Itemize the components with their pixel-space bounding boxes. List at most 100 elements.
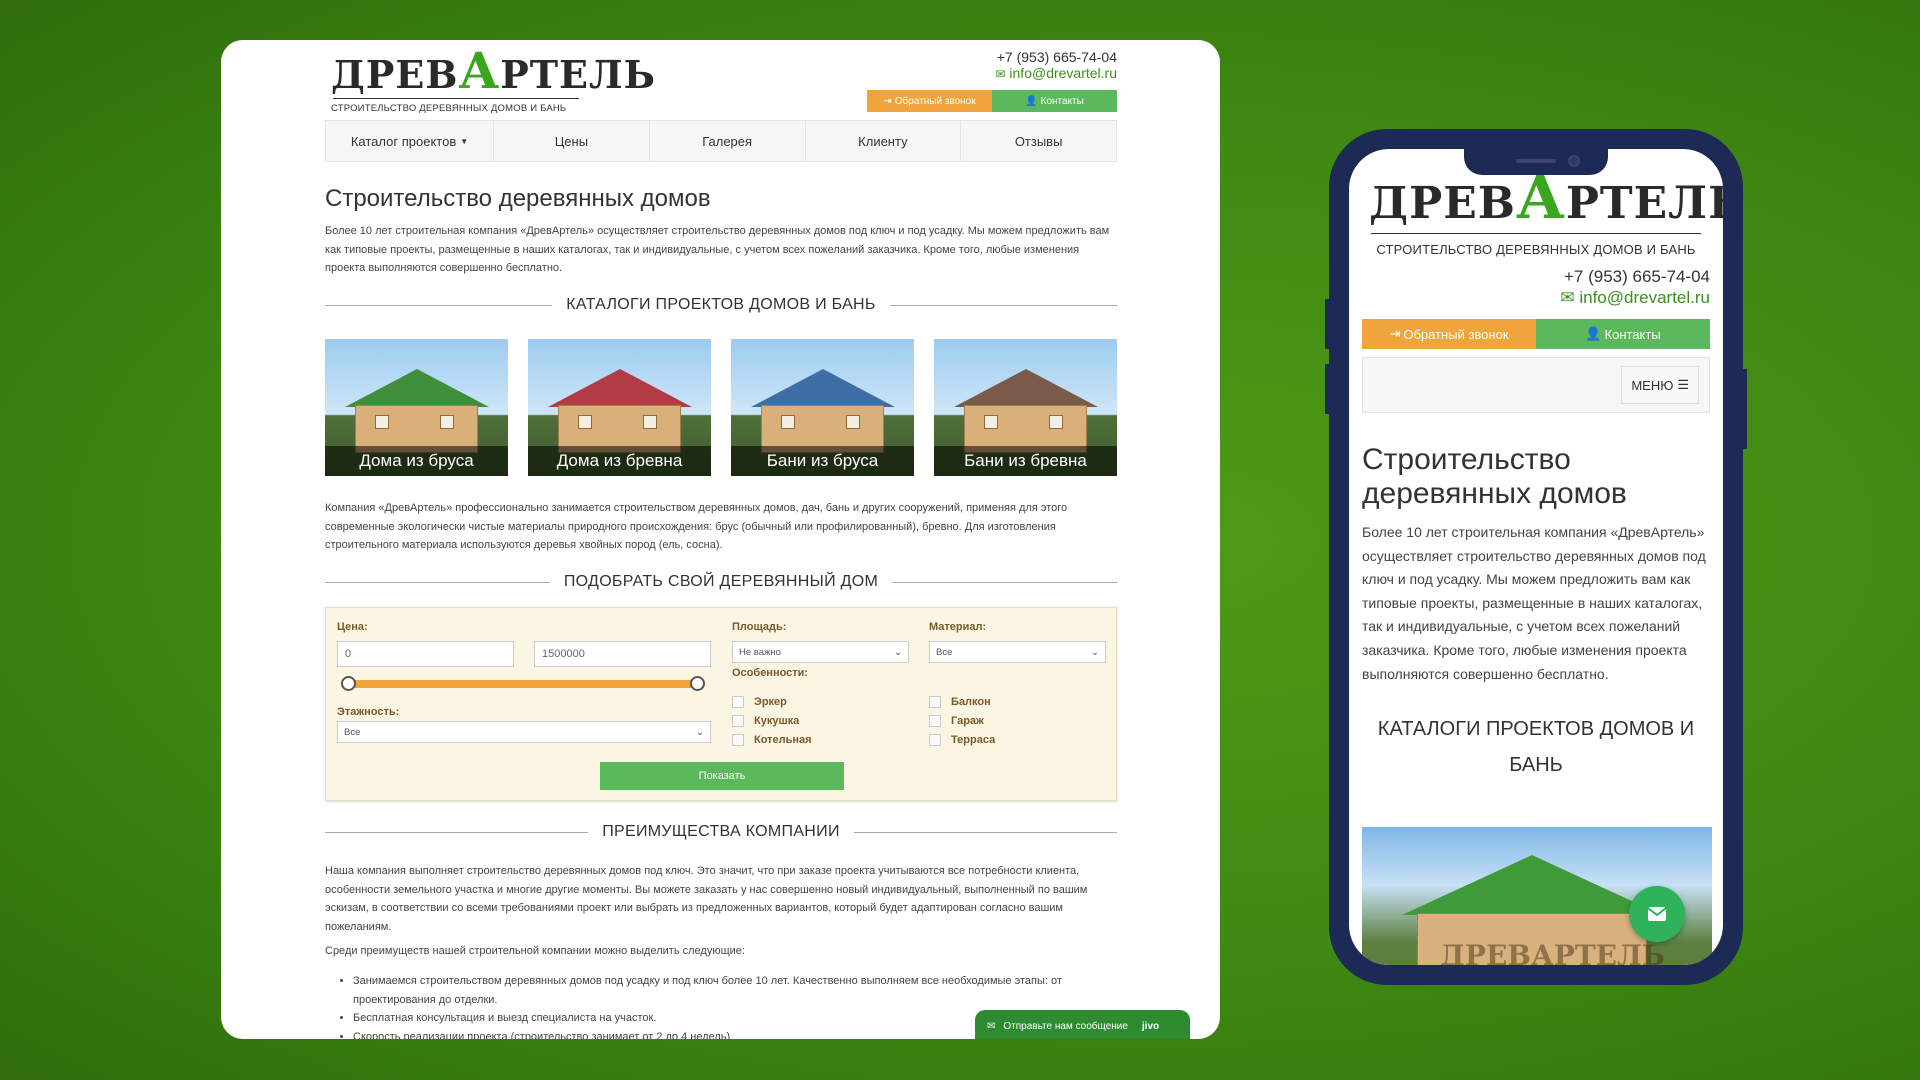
callback-button[interactable]: ⇥ Обратный звонок <box>867 90 992 112</box>
feature-label: Эркер <box>754 696 787 708</box>
price-min-input[interactable]: 0 <box>337 641 514 667</box>
callback-label: Обратный звонок <box>1403 326 1509 342</box>
area-value: Не важно <box>739 646 781 658</box>
catalogs-heading-text: КАТАЛОГИ ПРОЕКТОВ ДОМОВ И БАНЬ <box>566 296 876 313</box>
house-filter: Цена: 0 1500000 Этажность: Все ⌄ Площадь:… <box>325 607 1117 801</box>
window <box>781 415 795 429</box>
house-image <box>751 369 895 453</box>
card-label: Дома из бруса <box>325 446 508 476</box>
logo-watermark: ДРЕВАРТЕЛЬ <box>1440 939 1665 965</box>
area-label: Площадь: <box>732 621 787 633</box>
login-icon: ⇥ <box>883 95 892 107</box>
mobile-header-buttons: ⇥ Обратный звонок 👤 Контакты <box>1362 319 1710 349</box>
chevron-down-icon: ⌄ <box>696 726 704 738</box>
phone-mockup: ДРЕВАРТЕЛЬ СТРОИТЕЛЬСТВО ДЕРЕВЯННЫХ ДОМО… <box>1325 129 1747 985</box>
slider-min-handle[interactable] <box>341 676 356 691</box>
checkbox[interactable] <box>732 734 744 746</box>
login-icon: ⇥ <box>1389 326 1401 341</box>
roof <box>1402 855 1662 915</box>
advantages-heading: ПРЕИМУЩЕСТВА КОМПАНИИ <box>325 820 1118 844</box>
checkbox[interactable] <box>929 696 941 708</box>
slider-max-handle[interactable] <box>690 676 705 691</box>
feature-checkbox[interactable]: Эркер <box>732 696 787 708</box>
mobile-contacts-button[interactable]: 👤 Контакты <box>1536 319 1710 349</box>
window <box>578 415 592 429</box>
nav-catalog-label: Каталог проектов <box>350 133 457 149</box>
mobile-logo[interactable]: ДРЕВАРТЕЛЬ СТРОИТЕЛЬСТВО ДЕРЕВЯННЫХ ДОМО… <box>1369 168 1723 257</box>
advantages-heading-text: ПРЕИМУЩЕСТВА КОМПАНИИ <box>602 823 840 840</box>
show-button[interactable]: Показать <box>600 762 844 790</box>
price-label: Цена: <box>337 621 368 633</box>
header-phone[interactable]: +7 (953) 665-74-04 <box>995 49 1117 65</box>
feature-checkbox[interactable]: Терраса <box>929 734 995 746</box>
material-label: Материал: <box>929 621 987 633</box>
divider <box>889 304 1117 306</box>
material-value: Все <box>936 646 953 658</box>
nav-catalog[interactable]: Каталог проектов ▼ <box>326 121 494 161</box>
nav-reviews[interactable]: Отзывы <box>961 121 1116 161</box>
mobile-email[interactable]: info@drevartel.ru <box>1579 288 1710 307</box>
logo-divider <box>333 98 579 99</box>
intro-text: Более 10 лет строительная компания «Древ… <box>325 225 1110 274</box>
divider <box>325 831 589 833</box>
callback-label: Обратный звонок <box>894 95 976 107</box>
logo[interactable]: ДРЕВАРТЕЛЬ СТРОИТЕЛЬСТВО ДЕРЕВЯННЫХ ДОМО… <box>331 46 655 115</box>
checkbox[interactable] <box>929 734 941 746</box>
checkbox[interactable] <box>732 696 744 708</box>
contacts-label: Контакты <box>1040 95 1084 107</box>
envelope-icon: ✉ <box>995 67 1006 81</box>
logo-part: РТЕЛЬ <box>1565 178 1723 229</box>
price-slider[interactable] <box>341 676 705 691</box>
header-email[interactable]: info@drevartel.ru <box>1009 65 1117 81</box>
feature-checkbox[interactable]: Кукушка <box>732 715 799 727</box>
page-title: Строительство деревянных домов <box>325 185 711 212</box>
material-select[interactable]: Все ⌄ <box>929 641 1106 663</box>
menu-label: МЕНЮ <box>1631 377 1674 393</box>
list-item: Занимаемся строительством деревянных дом… <box>353 972 1113 1009</box>
floors-label: Этажность: <box>337 706 400 718</box>
catalog-cards: Дома из бруса Дома из бревна Бани из бру… <box>325 339 1117 476</box>
menu-button[interactable]: МЕНЮ ☰ <box>1621 366 1699 404</box>
nav-gallery[interactable]: Галерея <box>650 121 806 161</box>
roof <box>345 369 489 407</box>
chevron-down-icon: ⌄ <box>894 646 902 658</box>
contacts-button[interactable]: 👤 Контакты <box>992 90 1117 112</box>
nav-prices[interactable]: Цены <box>494 121 650 161</box>
window <box>375 415 389 429</box>
catalog-card[interactable]: Дома из бревна <box>528 339 711 476</box>
checkbox[interactable] <box>732 715 744 727</box>
filter-heading: ПОДОБРАТЬ СВОЙ ДЕРЕВЯННЫЙ ДОМ <box>325 570 1117 594</box>
catalog-card[interactable]: Дома из бруса <box>325 339 508 476</box>
price-max-input[interactable]: 1500000 <box>534 641 711 667</box>
feature-checkbox[interactable]: Балкон <box>929 696 991 708</box>
mobile-phone-number[interactable]: +7 (953) 665-74-04 <box>1560 266 1710 287</box>
feature-label: Балкон <box>951 696 991 708</box>
main-nav: Каталог проектов ▼ Цены Галерея Клиенту О… <box>325 120 1117 162</box>
catalog-card[interactable]: Бани из бревна <box>934 339 1117 476</box>
checkbox[interactable] <box>929 715 941 727</box>
about-text: Компания «ДревАртель» профессионально за… <box>325 502 1068 551</box>
advantages-lead: Среди преимуществ нашей строительной ком… <box>325 945 745 957</box>
mobile-catalogs-heading: КАТАЛОГИ ПРОЕКТОВ ДОМОВ И БАНЬ <box>1377 718 1695 776</box>
caret-down-icon: ▼ <box>460 136 469 146</box>
catalog-card[interactable]: Бани из бруса <box>731 339 914 476</box>
chat-widget[interactable]: ✉ Отправьте нам сообщение jivo <box>975 1010 1190 1039</box>
message-fab[interactable] <box>1629 886 1685 942</box>
chat-label: Отправьте нам сообщение <box>1003 1020 1128 1032</box>
roof <box>548 369 692 407</box>
floors-select[interactable]: Все ⌄ <box>337 721 711 743</box>
chevron-down-icon: ⌄ <box>1091 646 1099 658</box>
divider <box>325 581 550 583</box>
area-select[interactable]: Не важно ⌄ <box>732 641 909 663</box>
advantages-text: Наша компания выполняет строительство де… <box>325 865 1088 933</box>
envelope-icon: ✉ <box>1560 288 1575 307</box>
envelope-icon: ✉ <box>987 1020 996 1032</box>
feature-label: Терраса <box>951 734 996 746</box>
card-label: Дома из бревна <box>528 446 711 476</box>
floors-value: Все <box>344 726 361 738</box>
feature-checkbox[interactable]: Гараж <box>929 715 984 727</box>
nav-client[interactable]: Клиенту <box>806 121 962 161</box>
feature-checkbox[interactable]: Котельная <box>732 734 812 746</box>
mobile-callback-button[interactable]: ⇥ Обратный звонок <box>1362 319 1536 349</box>
logo-tagline: СТРОИТЕЛЬСТВО ДЕРЕВЯННЫХ ДОМОВ И БАНЬ <box>331 103 567 114</box>
